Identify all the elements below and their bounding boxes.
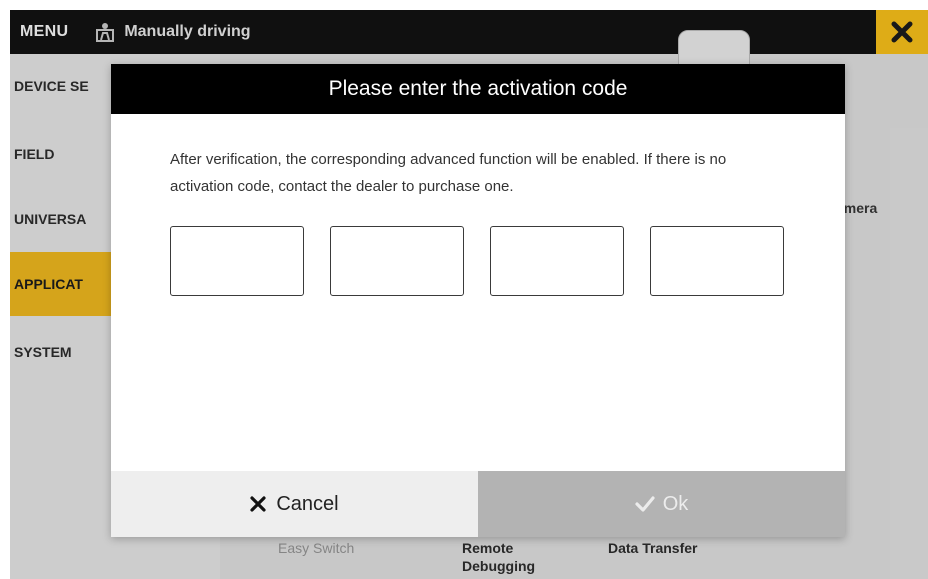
- cancel-button-label: Cancel: [276, 492, 339, 515]
- activation-code-field-3[interactable]: [490, 226, 624, 296]
- cancel-button[interactable]: Cancel: [111, 471, 478, 537]
- activation-code-dialog: Please enter the activation code After v…: [111, 64, 845, 537]
- close-icon: [250, 496, 266, 512]
- app-window: MENU Manually driving DEVICE SE FIELD UN…: [10, 10, 928, 579]
- ok-button-label: Ok: [662, 492, 689, 515]
- dialog-title: Please enter the activation code: [328, 77, 628, 100]
- activation-code-field-1[interactable]: [170, 226, 304, 296]
- dialog-header: Please enter the activation code: [111, 64, 845, 114]
- activation-code-field-4[interactable]: [650, 226, 784, 296]
- dialog-message: After verification, the corresponding ad…: [170, 151, 727, 195]
- ok-button[interactable]: Ok: [478, 471, 845, 537]
- checkmark-icon: [635, 496, 655, 512]
- activation-code-field-2[interactable]: [330, 226, 464, 296]
